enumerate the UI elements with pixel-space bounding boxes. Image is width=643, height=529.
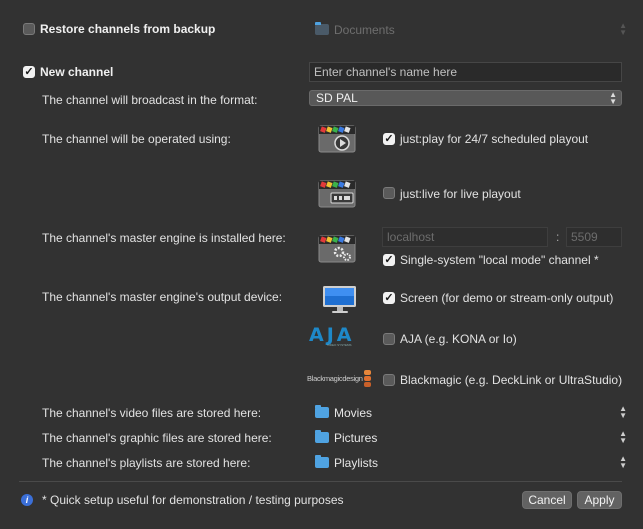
aja-logo: AJA VIDEO SYSTEMS [309,324,357,347]
updown-arrows-icon: ▲ ▼ [609,90,617,106]
engine-host-input[interactable]: localhost [382,227,548,247]
video-storage-label: The channel's video files are stored her… [42,406,262,420]
aja-label: AJA (e.g. KONA or Io) [400,332,517,346]
updown-arrows-icon: ▲ ▼ [619,21,627,37]
playlist-storage-label: The channel's playlists are stored here: [42,456,251,470]
graphic-folder-select[interactable]: Pictures ▲ ▼ [315,430,627,446]
output-label: The channel's master engine's output dev… [42,290,283,304]
aja-checkbox[interactable] [383,333,395,345]
info-icon: i [21,494,33,506]
justlive-checkbox[interactable] [383,187,395,199]
restore-folder-value: Documents [334,23,395,37]
local-mode-label: Single-system "local mode" channel * [400,253,599,267]
justlive-app-icon [317,177,359,211]
cancel-button[interactable]: Cancel [522,491,572,509]
aja-logo-text: AJA [309,324,355,346]
video-folder-select[interactable]: Movies ▲ ▼ [315,405,627,421]
channel-name-input[interactable]: Enter channel's name here [309,62,622,82]
updown-arrows-icon: ▲ ▼ [619,404,627,420]
engine-port-input[interactable]: 5509 [566,227,622,247]
screen-icon [322,285,358,315]
new-channel-label: New channel [40,65,114,79]
local-mode-checkbox[interactable]: ✓ [383,254,395,266]
movies-folder-icon [315,405,329,418]
format-label: The channel will broadcast in the format… [42,93,258,107]
footer-note: * Quick setup useful for demonstration /… [42,493,344,507]
video-folder-value: Movies [334,406,373,420]
restore-label: Restore channels from backup [40,22,216,36]
operation-label: The channel will be operated using: [42,132,231,146]
blackmagic-label: Blackmagic (e.g. DeckLink or UltraStudio… [400,373,623,387]
format-select[interactable]: SD PAL ▲ ▼ [309,90,622,106]
blackmagic-checkbox[interactable] [383,374,395,386]
blackmagic-logo-text: Blackmagicdesign [307,374,363,383]
restore-folder-select[interactable]: Documents ▲ ▼ [315,22,627,38]
engine-app-icon [317,232,359,266]
restore-checkbox[interactable] [23,23,35,35]
blackmagic-logo-dots-icon [364,370,371,388]
format-value: SD PAL [316,91,358,105]
graphic-storage-label: The channel's graphic files are stored h… [42,431,272,445]
blackmagic-logo: Blackmagicdesign [307,369,373,389]
folder-icon [315,22,329,35]
justplay-label: just:play for 24/7 scheduled playout [400,132,589,146]
footer-divider [19,481,622,482]
playlist-folder-select[interactable]: Playlists ▲ ▼ [315,455,627,471]
justplay-checkbox[interactable]: ✓ [383,133,395,145]
apply-button[interactable]: Apply [577,491,622,509]
new-channel-checkbox[interactable]: ✓ [23,66,35,78]
updown-arrows-icon: ▲ ▼ [619,454,627,470]
justplay-app-icon [317,122,359,156]
playlists-folder-icon [315,455,329,468]
playlist-folder-value: Playlists [334,456,379,470]
engine-label: The channel's master engine is installed… [42,231,286,245]
graphic-folder-value: Pictures [334,431,378,445]
screen-label: Screen (for demo or stream-only output) [400,291,614,305]
screen-checkbox[interactable]: ✓ [383,292,395,304]
pictures-folder-icon [315,430,329,443]
justlive-label: just:live for live playout [400,187,521,201]
engine-port-separator: : [556,230,560,244]
updown-arrows-icon: ▲ ▼ [619,429,627,445]
